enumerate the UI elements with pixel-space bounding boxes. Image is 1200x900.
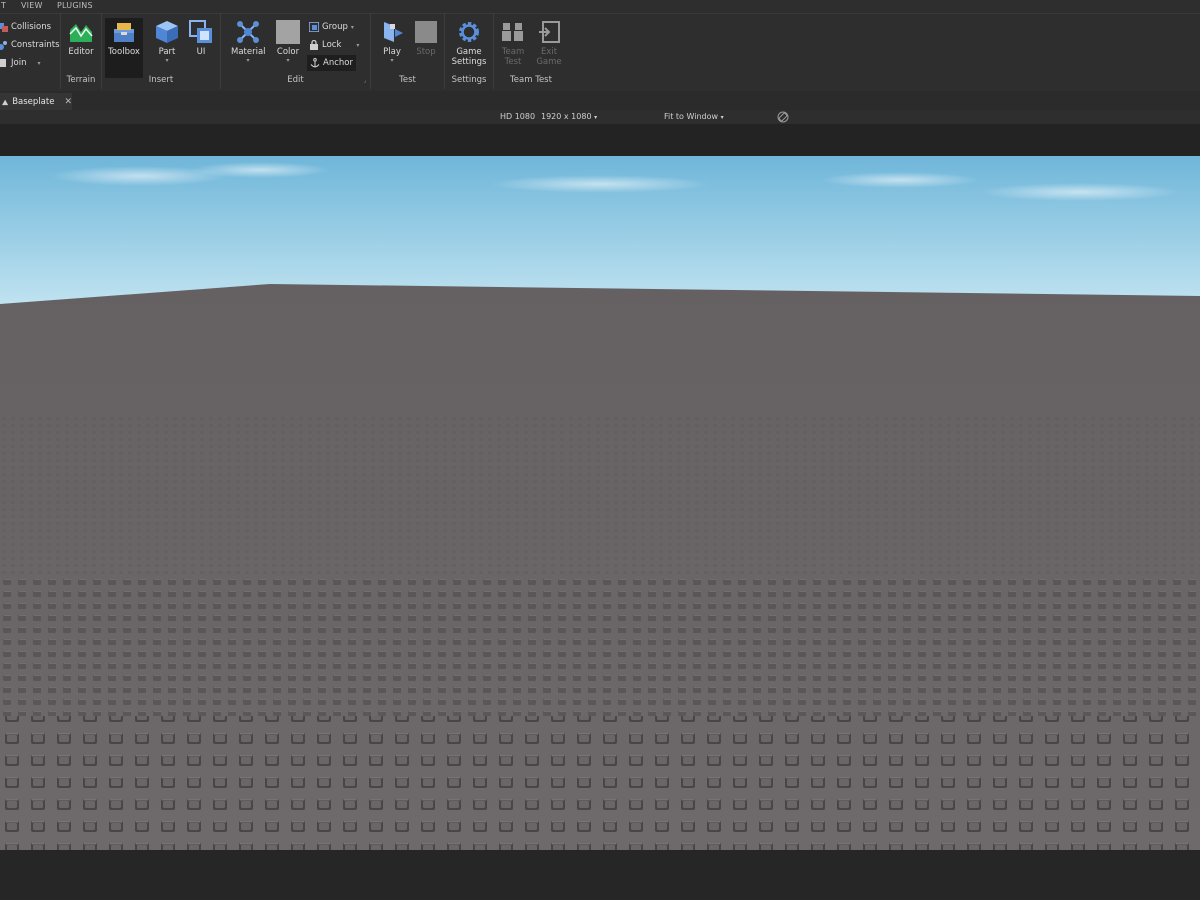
toolbox-label: Toolbox (108, 47, 140, 57)
group-test: Play ▾ Stop Test (371, 14, 445, 89)
menu-bar: T VIEW PLUGINS (0, 0, 1200, 13)
document-tab-bar: Baseplate ✕ (0, 91, 1200, 111)
collisions-label: Collisions (11, 22, 52, 32)
tab-baseplate[interactable]: Baseplate ✕ (0, 93, 72, 110)
constraints-button[interactable]: Constraints (0, 37, 60, 53)
menu-item-test[interactable]: T (1, 1, 6, 10)
play-icon (380, 20, 404, 44)
join-icon (0, 59, 6, 67)
anchor-button[interactable]: Anchor (307, 55, 356, 71)
lock-button[interactable]: Lock ▾ (309, 37, 359, 53)
group-label-test: Test (399, 75, 416, 85)
exit-game-label-line1: Exit (540, 47, 558, 57)
device-selector[interactable]: HD 1080 (500, 112, 535, 121)
color-button[interactable]: Color ▾ (271, 18, 305, 78)
color-dropdown-icon[interactable]: ▾ (271, 57, 305, 65)
game-settings-label-line2: Settings (451, 57, 487, 67)
color-icon (276, 20, 300, 44)
menu-item-view[interactable]: VIEW (21, 1, 43, 10)
color-label: Color (276, 47, 300, 57)
team-test-icon (501, 20, 525, 44)
lock-icon (310, 40, 318, 50)
team-test-label-line2: Test (504, 57, 522, 67)
rotate-device-icon[interactable] (777, 111, 789, 125)
stop-button[interactable]: Stop (409, 18, 443, 78)
ui-icon (189, 20, 213, 44)
group-label: Group (322, 22, 348, 32)
resolution-dropdown-icon: ▾ (594, 114, 598, 121)
game-settings-label-line1: Game (456, 47, 482, 57)
terrain-editor-icon (69, 20, 93, 44)
join-label: Join (11, 58, 27, 68)
group-team-test: Team Test Exit Game Team Test (494, 14, 568, 89)
collisions-button[interactable]: Collisions (0, 19, 51, 35)
stop-icon (414, 20, 438, 44)
group-physics: Collisions Constraints Join ▾ (0, 14, 61, 89)
part-button[interactable]: Part ▾ (150, 18, 184, 78)
group-label-edit: Edit (287, 75, 304, 85)
material-label: Material (231, 47, 266, 57)
close-icon[interactable]: ✕ (64, 97, 72, 107)
stop-label: Stop (416, 47, 436, 57)
anchor-icon (310, 58, 320, 68)
lock-label: Lock (322, 40, 342, 50)
group-button[interactable]: Group ▾ (309, 19, 354, 35)
group-label-terrain: Terrain (66, 75, 96, 85)
lock-dropdown-icon[interactable]: ▾ (356, 42, 359, 49)
group-edit: Material ▾ Color ▾ Group ▾ Lock ▾ Anchor… (221, 14, 371, 89)
fit-selector[interactable]: Fit to Window ▾ (664, 112, 724, 121)
exit-game-icon (537, 20, 561, 44)
toolbox-icon (112, 20, 136, 44)
fit-dropdown-icon: ▾ (720, 114, 724, 121)
terrain-editor-button[interactable]: Editor (64, 18, 98, 78)
ribbon-toolbar: Collisions Constraints Join ▾ Editor Ter… (0, 13, 1200, 91)
anchor-label: Anchor (323, 58, 353, 68)
fit-label: Fit to Window (664, 112, 719, 121)
group-label-team-test: Team Test (510, 75, 552, 85)
group-insert: Toolbox Part ▾ UI Insert (102, 14, 221, 89)
baseplate-scene (0, 156, 1200, 850)
ui-button[interactable]: UI (184, 18, 218, 78)
part-dropdown-icon[interactable]: ▾ (150, 57, 184, 65)
resolution-label: 1920 x 1080 (541, 112, 592, 121)
resolution-selector[interactable]: 1920 x 1080 ▾ (541, 112, 597, 121)
ui-label: UI (196, 47, 206, 57)
team-test-button[interactable]: Team Test (496, 18, 530, 78)
join-button[interactable]: Join ▾ (0, 55, 40, 71)
viewport-letterbox-bottom (0, 850, 1200, 900)
game-viewport[interactable] (0, 156, 1200, 850)
exit-game-button[interactable]: Exit Game (532, 18, 566, 78)
play-dropdown-icon[interactable]: ▾ (375, 57, 409, 65)
terrain-editor-label: Editor (68, 47, 94, 57)
game-settings-button[interactable]: Game Settings (451, 18, 487, 78)
exit-game-label-line2: Game (536, 57, 562, 67)
material-icon (236, 20, 260, 44)
collisions-icon (0, 23, 8, 32)
team-test-label-line1: Team (501, 47, 525, 57)
game-settings-icon (457, 20, 481, 44)
join-dropdown-icon[interactable]: ▾ (37, 60, 40, 67)
viewport-letterbox-top (0, 124, 1200, 156)
edit-expand-icon[interactable]: ⌟ (363, 77, 366, 84)
group-dropdown-icon[interactable]: ▾ (351, 24, 354, 31)
group-settings: Game Settings Settings (445, 14, 494, 89)
material-dropdown-icon[interactable]: ▾ (231, 57, 265, 65)
play-label: Play (383, 47, 401, 57)
constraints-label: Constraints (11, 40, 60, 50)
group-label-settings: Settings (451, 75, 487, 85)
tab-label: Baseplate (12, 96, 55, 107)
group-terrain: Editor Terrain (61, 14, 102, 89)
part-icon (155, 20, 179, 44)
material-button[interactable]: Material ▾ (231, 18, 266, 78)
menu-item-plugins[interactable]: PLUGINS (57, 1, 93, 10)
device-emulator-bar: HD 1080 1920 x 1080 ▾ Fit to Window ▾ (0, 110, 1200, 124)
group-label-insert: Insert (148, 75, 174, 85)
group-icon (309, 22, 319, 32)
place-icon (2, 99, 9, 105)
part-label: Part (158, 47, 176, 57)
toolbox-button[interactable]: Toolbox (105, 18, 143, 78)
play-button[interactable]: Play ▾ (375, 18, 409, 78)
constraints-icon (0, 41, 7, 50)
